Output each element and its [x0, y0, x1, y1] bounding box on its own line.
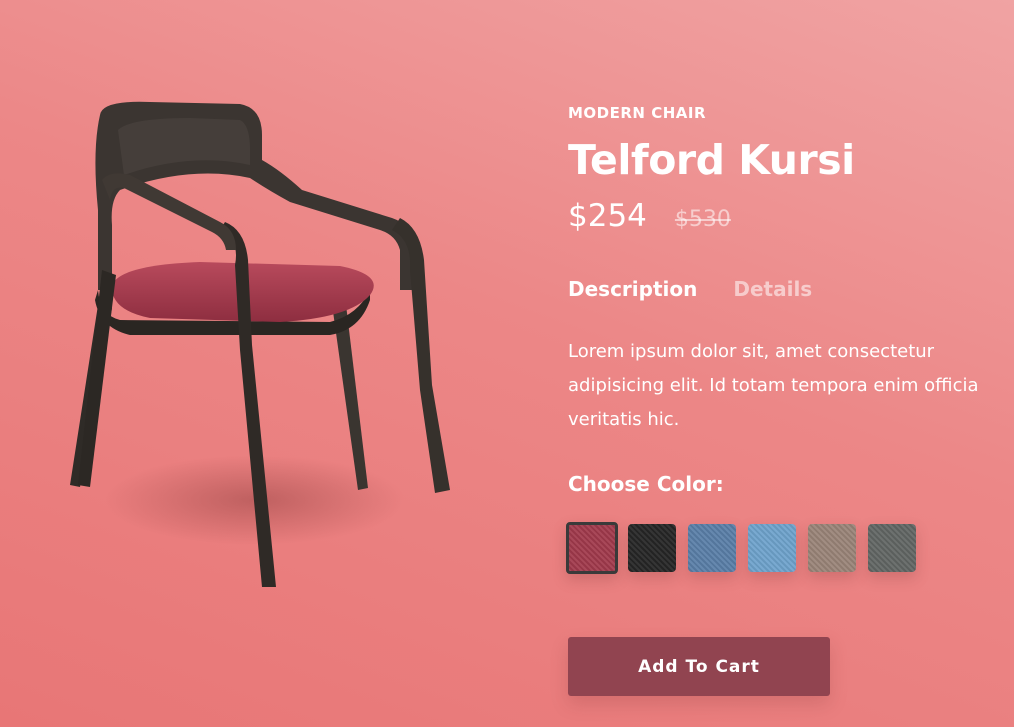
choose-color-label: Choose Color:	[568, 472, 724, 496]
product-category: MODERN CHAIR	[568, 104, 707, 122]
color-swatch-sky-blue[interactable]	[748, 524, 796, 572]
color-swatch-denim-blue[interactable]	[688, 524, 736, 572]
color-swatch-taupe[interactable]	[808, 524, 856, 572]
product-title: Telford Kursi	[568, 136, 855, 184]
chair-image	[70, 101, 450, 587]
current-price: $254	[568, 198, 647, 234]
price-row: $254 $530	[568, 198, 731, 234]
color-swatch-black[interactable]	[628, 524, 676, 572]
old-price: $530	[674, 207, 731, 232]
color-swatch-gray[interactable]	[868, 524, 916, 572]
color-swatches	[566, 522, 916, 574]
tab-details[interactable]: Details	[733, 277, 812, 301]
product-description: Lorem ipsum dolor sit, amet consectetur …	[568, 341, 979, 430]
tab-description[interactable]: Description	[568, 277, 697, 301]
color-swatch-red[interactable]	[566, 522, 618, 574]
product-tabs: Description Details	[568, 277, 812, 301]
add-to-cart-button[interactable]: Add To Cart	[568, 637, 830, 696]
product-image	[40, 90, 480, 610]
